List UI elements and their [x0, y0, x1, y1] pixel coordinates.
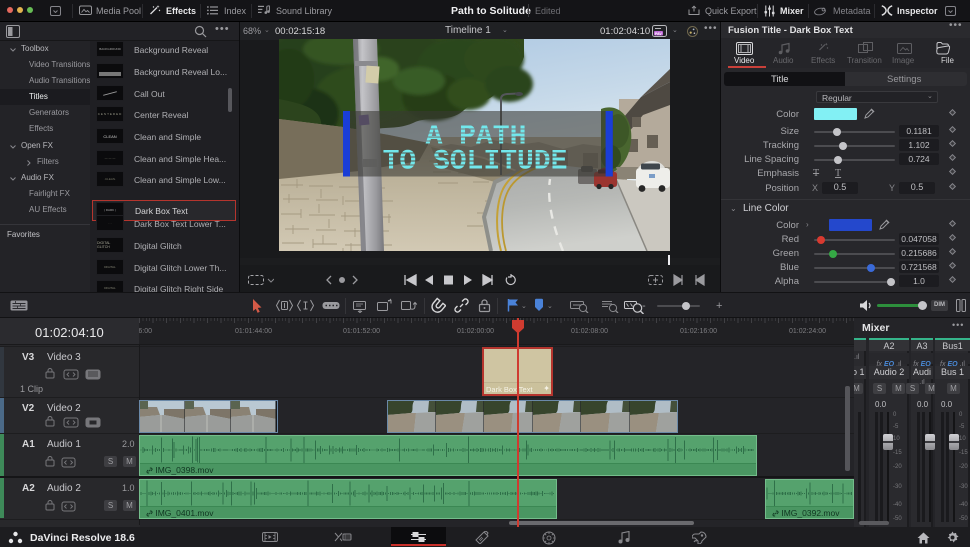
svg-text:TO SOLITUDE: TO SOLITUDE	[383, 147, 568, 178]
svg-text:PAV: PAV	[655, 32, 662, 36]
